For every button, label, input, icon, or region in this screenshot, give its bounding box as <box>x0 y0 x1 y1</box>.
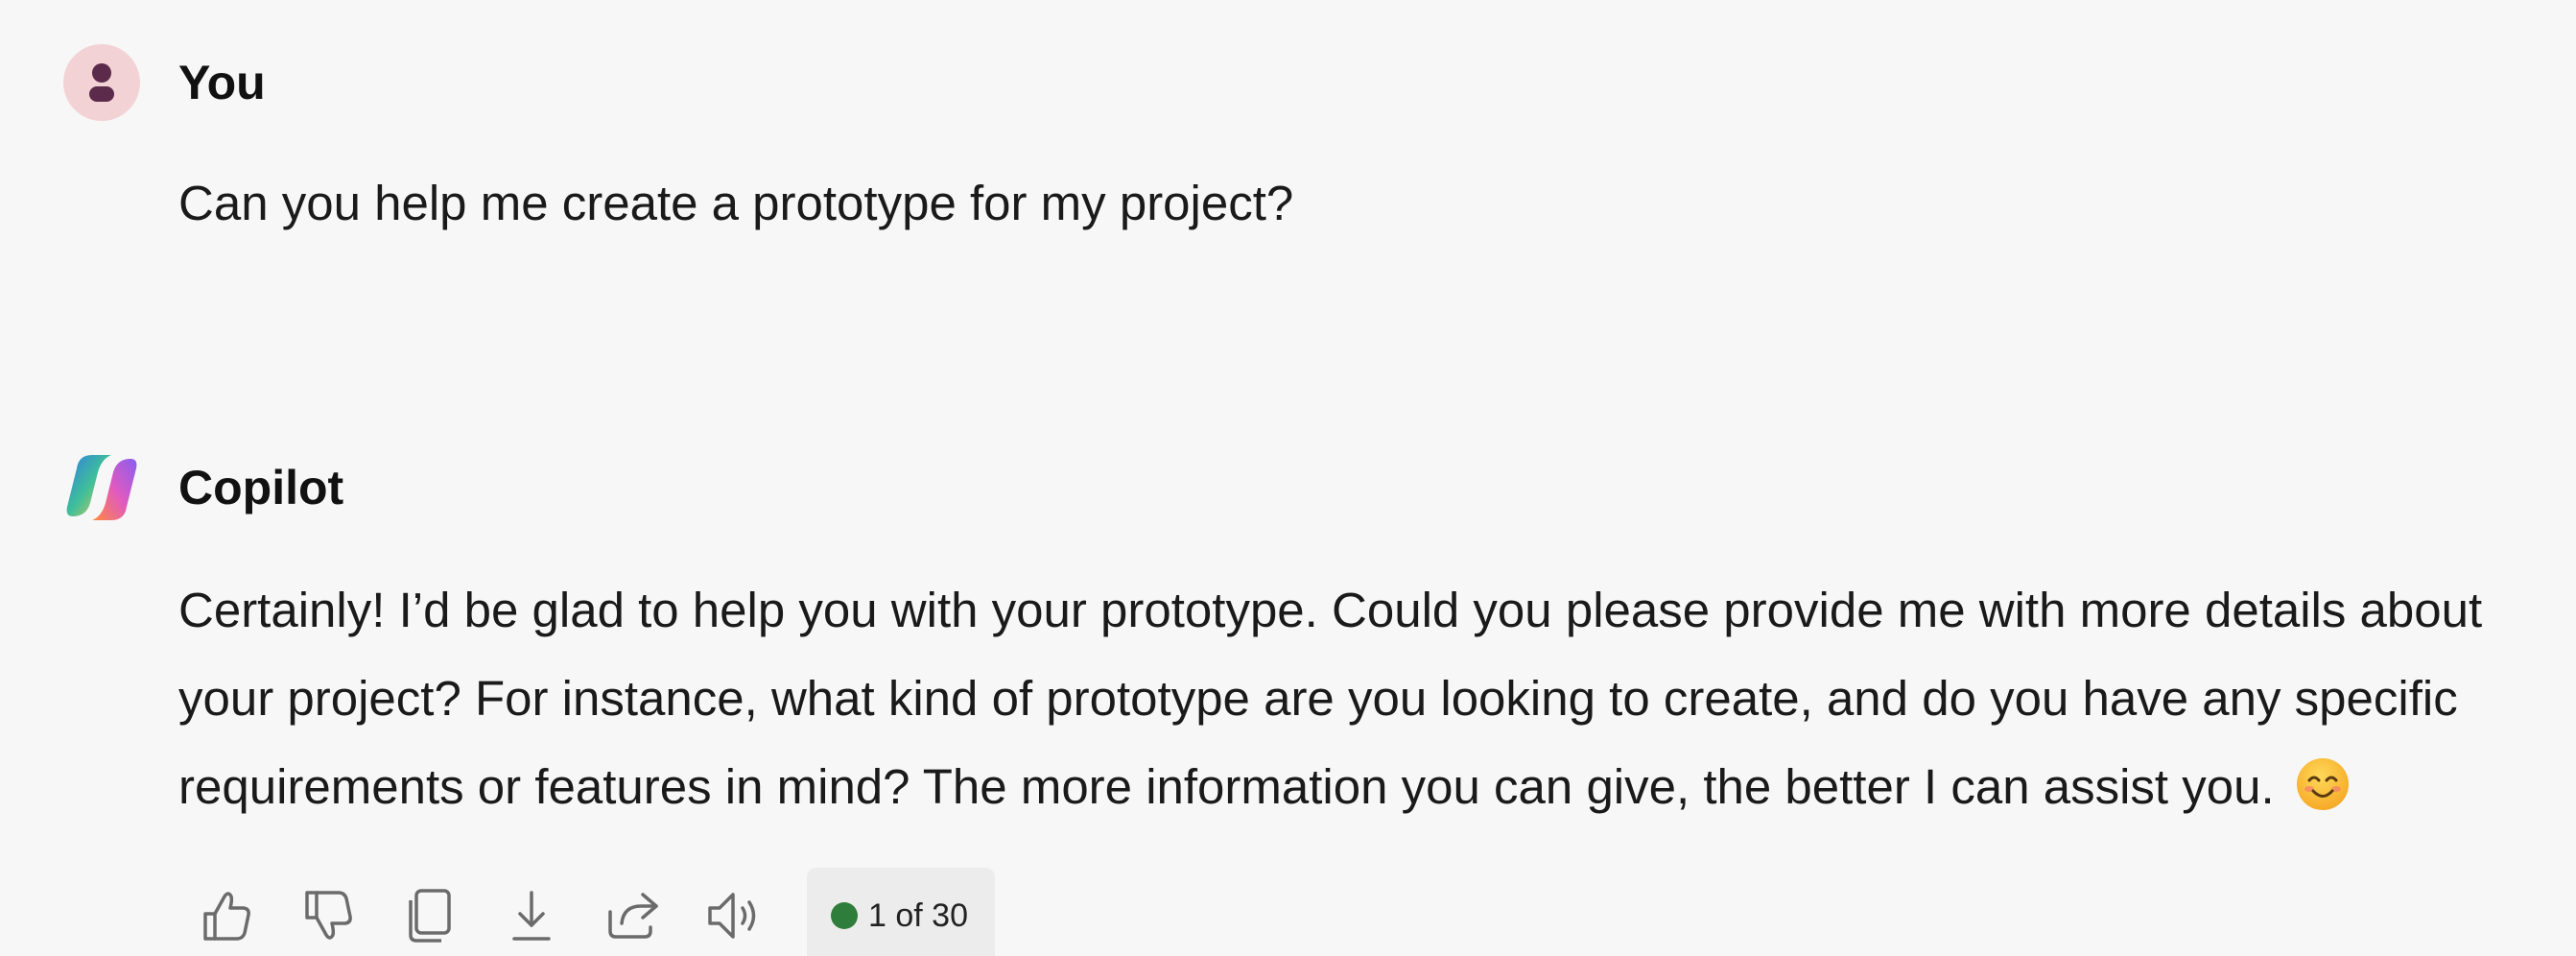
copilot-message-line-text: requirements or features in mind? The mo… <box>178 759 2275 814</box>
copilot-message: Copilot Certainly! I’d be glad to help y… <box>0 447 2576 956</box>
chat-page: You Can you help me create a prototype f… <box>0 0 2576 956</box>
read-aloud-button[interactable] <box>700 881 769 950</box>
status-dot <box>831 902 858 929</box>
share-button[interactable] <box>599 881 668 950</box>
copilot-message-line: Certainly! I’d be glad to help you with … <box>178 583 2483 637</box>
copilot-message-line: requirements or features in mind? The mo… <box>178 743 2482 831</box>
copy-icon <box>409 889 451 943</box>
user-avatar-icon <box>63 44 140 121</box>
user-sender-name: You <box>178 56 266 109</box>
copilot-logo-icon <box>66 455 137 520</box>
user-message-header: You <box>0 42 2576 121</box>
download-icon <box>512 891 551 941</box>
like-button[interactable] <box>192 881 261 950</box>
user-message-text: Can you help me create a prototype for m… <box>178 176 1294 230</box>
user-message: You Can you help me create a prototype f… <box>0 42 2576 230</box>
dislike-button[interactable] <box>294 881 363 950</box>
thumbs-up-icon <box>203 892 250 941</box>
copilot-message-header: Copilot <box>0 447 2576 526</box>
response-page-indicator[interactable]: 1 of 30 <box>807 868 995 956</box>
copilot-message-line: your project? For instance, what kind of… <box>178 671 2458 726</box>
copy-button[interactable] <box>395 881 464 950</box>
read-aloud-icon <box>708 893 756 939</box>
copilot-sender-name: Copilot <box>178 461 344 514</box>
smiling-face-emoji-icon <box>2296 758 2349 810</box>
download-button[interactable] <box>497 881 566 950</box>
thumbs-down-icon <box>305 891 352 940</box>
page-indicator-label: 1 of 30 <box>868 897 968 934</box>
copilot-message-text: Certainly! I’d be glad to help you with … <box>178 566 2482 831</box>
share-icon <box>608 893 658 939</box>
